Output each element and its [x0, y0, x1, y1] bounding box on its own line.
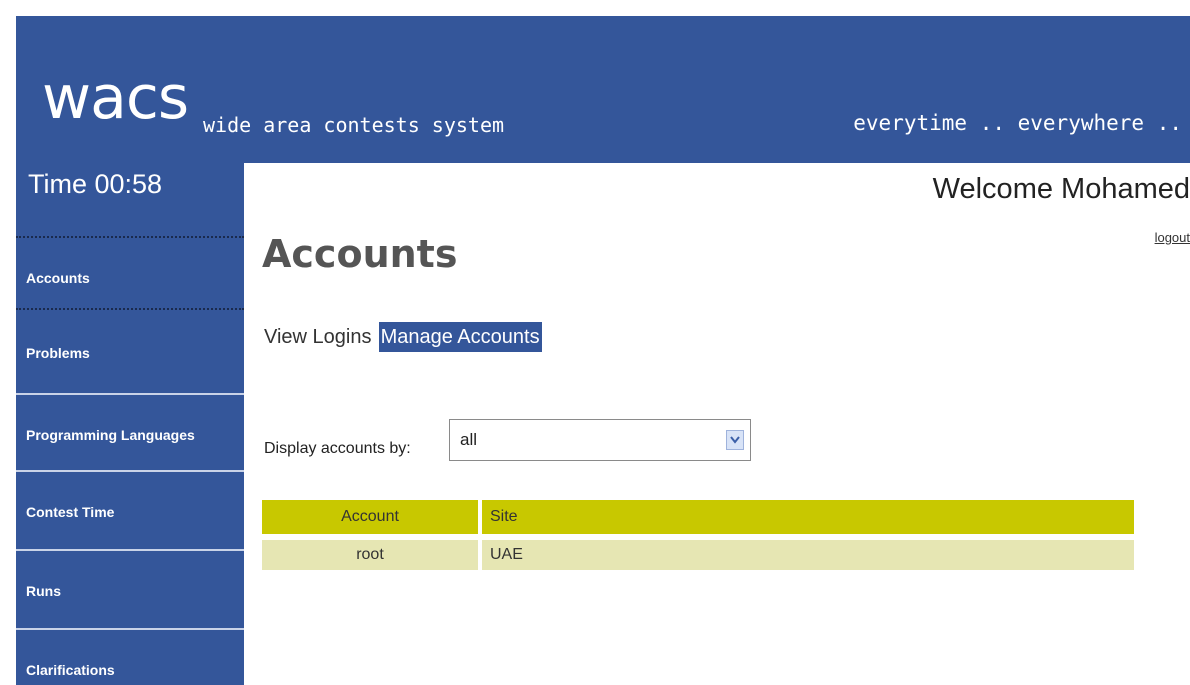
tab-view-logins[interactable]: View Logins [262, 322, 373, 352]
app-motto: everytime .. everywhere .. [853, 111, 1182, 135]
select-value: all [460, 430, 478, 449]
app-frame: wacs wide area contests system everytime… [16, 16, 1190, 685]
sidebar: Time 00:58 Accounts Problems Programming… [16, 163, 244, 685]
sidebar-item-programming-languages[interactable]: Programming Languages [16, 393, 244, 467]
display-accounts-label: Display accounts by: [264, 440, 411, 457]
sidebar-item-problems[interactable]: Problems [16, 313, 244, 387]
sidebar-item-label: Contest Time [26, 504, 115, 520]
accounts-table: Account Site root UAE [262, 500, 1134, 570]
sidebar-item-clarifications[interactable]: Clarifications [16, 628, 244, 685]
app-logo: wacs [42, 63, 189, 133]
cell-site: UAE [482, 534, 1134, 570]
sidebar-item-label: Runs [26, 583, 61, 599]
account-tabs: View Logins Manage Accounts [262, 322, 542, 354]
sidebar-item-runs[interactable]: Runs [16, 549, 244, 623]
tab-manage-accounts[interactable]: Manage Accounts [378, 322, 542, 352]
logout-link[interactable]: logout [1155, 230, 1190, 245]
sidebar-item-label: Accounts [26, 270, 90, 286]
header-banner: wacs wide area contests system everytime… [16, 16, 1190, 163]
welcome-message: Welcome Mohamed [932, 173, 1190, 205]
page-title: Accounts [262, 232, 458, 276]
column-header-account: Account [262, 500, 482, 534]
sidebar-item-label: Problems [26, 345, 90, 361]
contest-timer: Time 00:58 [28, 169, 163, 199]
sidebar-item-accounts[interactable]: Accounts [16, 236, 244, 310]
table-row[interactable]: root UAE [262, 534, 1134, 570]
app-tagline: wide area contests system [203, 113, 505, 137]
cell-account: root [262, 534, 482, 570]
column-header-site: Site [482, 500, 1134, 534]
display-accounts-select[interactable]: all [449, 419, 751, 461]
sidebar-item-contest-time[interactable]: Contest Time [16, 470, 244, 544]
sidebar-item-label: Clarifications [26, 662, 115, 678]
chevron-down-icon[interactable] [726, 430, 744, 450]
table-header-row: Account Site [262, 500, 1134, 534]
sidebar-item-label: Programming Languages [26, 427, 195, 443]
